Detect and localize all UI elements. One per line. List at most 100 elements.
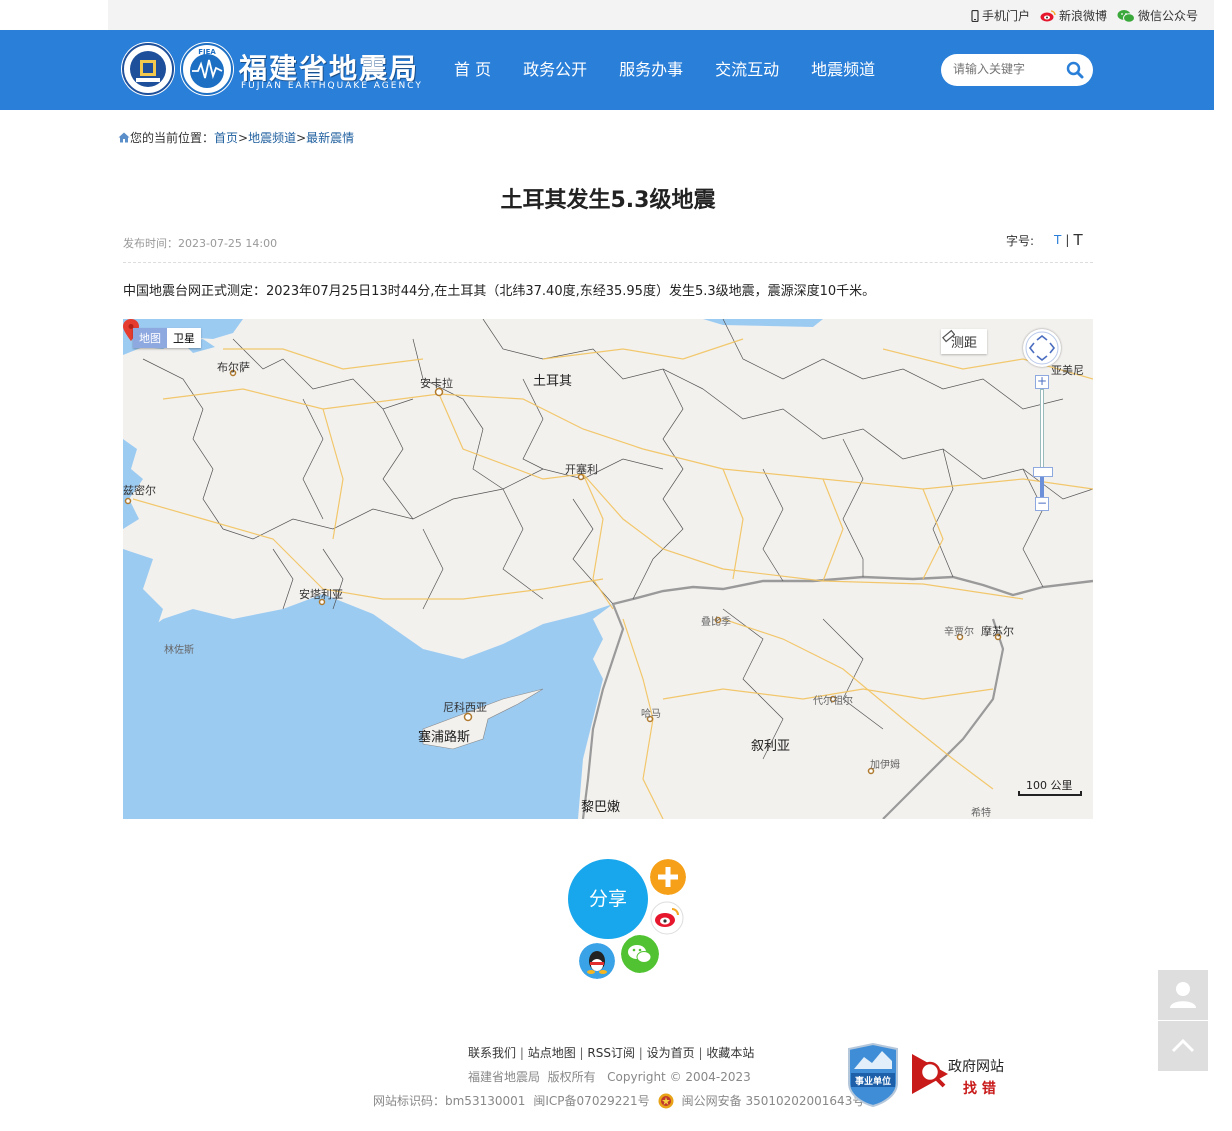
footer-rss-link[interactable]: RSS订阅 bbox=[587, 1046, 635, 1060]
map-type-satellite-button[interactable]: 卫星 bbox=[167, 328, 201, 348]
map-scale-bar bbox=[1018, 791, 1082, 796]
gov-site-label[interactable]: 政府网站 bbox=[948, 1056, 1004, 1076]
top-bar: 手机门户 新浪微博 微信公众号 bbox=[108, 0, 1214, 30]
home-icon bbox=[118, 132, 130, 143]
user-icon bbox=[1170, 982, 1196, 1008]
map-label-syria: 叙利亚 bbox=[751, 739, 791, 754]
measure-distance-button[interactable]: 测距 bbox=[941, 329, 988, 354]
map-label-turkey: 土耳其 bbox=[533, 374, 573, 389]
fjea-emblem: FJEA bbox=[180, 42, 234, 96]
map-label-hit: 希特 bbox=[971, 808, 991, 819]
font-size-large-button[interactable]: T bbox=[1073, 231, 1082, 249]
copyright-rights: 版权所有 bbox=[547, 1070, 596, 1084]
gov-site-find-error[interactable]: 找 错 bbox=[963, 1078, 996, 1098]
map-label-limassol: 林佐斯 bbox=[164, 645, 194, 656]
mobile-portal-link[interactable]: 手机门户 bbox=[971, 7, 1030, 24]
map-label-izmir: 兹密尔 bbox=[123, 484, 156, 497]
map-canvas bbox=[123, 319, 1093, 819]
nav-earthquake-channel[interactable]: 地震频道 bbox=[795, 30, 891, 110]
search-input[interactable] bbox=[951, 61, 1065, 77]
map-label-lebanon: 黎巴嫩 bbox=[581, 800, 621, 815]
map-label-mosul: 摩苏尔 bbox=[981, 625, 1014, 638]
svg-text:FJEA: FJEA bbox=[198, 48, 216, 56]
map-label-nicosia: 尼科西亚 bbox=[443, 701, 487, 714]
earthquake-map[interactable]: 布尔萨 安卡拉 土耳其 亚美尼 兹密尔 开塞利 安塔利亚 叠比季 辛贾尔 摩苏尔… bbox=[123, 319, 1093, 819]
map-label-ankara: 安卡拉 bbox=[420, 377, 453, 390]
zoom-out-button[interactable]: − bbox=[1035, 497, 1049, 511]
footer-copyright: 福建省地震局 版权所有 Copyright © 2004-2023 bbox=[468, 1068, 751, 1085]
map-label-bursa: 布尔萨 bbox=[217, 361, 250, 374]
nav-gov-affairs[interactable]: 政务公开 bbox=[507, 30, 603, 110]
publish-time: 发布时间：2023-07-25 14:00 bbox=[123, 237, 278, 250]
map-label-aleppo: 叠比季 bbox=[701, 617, 731, 628]
share-weibo-icon[interactable] bbox=[650, 901, 684, 935]
font-size-small-button[interactable]: T bbox=[1054, 233, 1061, 247]
fjea-logo-graphic: FJEA bbox=[181, 43, 233, 95]
zoom-in-button[interactable]: + bbox=[1035, 375, 1049, 389]
ruler-icon bbox=[942, 329, 955, 343]
nav-interaction[interactable]: 交流互动 bbox=[699, 30, 795, 110]
copyright-years: Copyright © 2004-2023 bbox=[607, 1070, 751, 1084]
chevron-up-icon bbox=[1171, 1038, 1195, 1053]
zoom-slider-handle[interactable] bbox=[1033, 467, 1053, 477]
wechat-label: 微信公众号 bbox=[1137, 9, 1198, 23]
font-size-label: 字号: bbox=[1006, 233, 1035, 248]
badge-text: 事业单位 bbox=[855, 1075, 891, 1087]
breadcrumb-separator: > bbox=[296, 130, 307, 145]
breadcrumb-earthquake-channel[interactable]: 地震频道 bbox=[248, 129, 296, 146]
police-badge-icon bbox=[658, 1093, 674, 1108]
nav-services[interactable]: 服务办事 bbox=[603, 30, 699, 110]
share-qq-icon[interactable] bbox=[579, 943, 615, 979]
police-record-number[interactable]: 闽公网安备 35010202001643号 bbox=[682, 1092, 865, 1109]
wechat-link[interactable]: 微信公众号 bbox=[1117, 7, 1198, 24]
title-divider bbox=[123, 262, 1093, 263]
back-to-top-button[interactable] bbox=[1158, 1021, 1208, 1071]
weibo-label: 新浪微博 bbox=[1058, 9, 1107, 23]
gov-site-error-report-icon[interactable] bbox=[910, 1052, 950, 1096]
share-more-icon[interactable] bbox=[650, 859, 686, 895]
copyright-org: 福建省地震局 bbox=[468, 1070, 541, 1084]
map-label-kayseri: 开塞利 bbox=[565, 463, 598, 476]
phone-icon bbox=[971, 9, 979, 22]
site-logo-subtitle: FUJIAN EARTHQUAKE AGENCY bbox=[241, 81, 423, 91]
public-institution-badge-icon[interactable]: 事业单位 bbox=[846, 1043, 900, 1107]
breadcrumb-latest-quakes[interactable]: 最新震情 bbox=[306, 129, 354, 146]
breadcrumb-separator: > bbox=[238, 130, 249, 145]
font-size-switcher: 字号: T | T bbox=[1006, 231, 1083, 249]
map-label-deir-ez-zor: 代尔祖尔 bbox=[813, 696, 853, 707]
search-icon[interactable] bbox=[1065, 60, 1085, 80]
map-type-road-button[interactable]: 地图 bbox=[133, 328, 167, 348]
nav-home[interactable]: 首 页 bbox=[438, 30, 507, 110]
breadcrumb-prefix: 您的当前位置： bbox=[130, 131, 215, 145]
search-box bbox=[941, 54, 1093, 86]
share-button[interactable]: 分享 bbox=[568, 859, 648, 939]
top-links: 手机门户 新浪微博 微信公众号 bbox=[971, 7, 1198, 24]
site-id: 网站标识码：bm53130001 bbox=[373, 1094, 526, 1108]
map-label-hama: 哈马 bbox=[641, 709, 661, 720]
user-center-button[interactable] bbox=[1158, 970, 1208, 1020]
icp-number[interactable]: 闽ICP备07029221号 bbox=[533, 1092, 649, 1109]
breadcrumb-home[interactable]: 首页 bbox=[214, 129, 238, 146]
map-label-sinjar: 辛贾尔 bbox=[944, 627, 974, 638]
mobile-portal-label: 手机门户 bbox=[981, 9, 1030, 23]
seismological-bureau-emblem bbox=[121, 42, 175, 96]
emblem-graphic bbox=[122, 43, 174, 95]
weibo-link[interactable]: 新浪微博 bbox=[1040, 7, 1107, 24]
breadcrumb: 您的当前位置： 首页 > 地震频道 > 最新震情 bbox=[118, 129, 354, 146]
article-title: 土耳其发生5.3级地震 bbox=[500, 188, 716, 213]
font-size-separator: | bbox=[1065, 233, 1070, 247]
footer-sitemap-link[interactable]: 站点地图 bbox=[528, 1046, 576, 1060]
footer-set-home-link[interactable]: 设为首页 bbox=[647, 1046, 695, 1060]
footer-registration: 网站标识码：bm53130001 闽ICP备07029221号 闽公网安备 35… bbox=[373, 1092, 864, 1109]
map-label-cyprus: 塞浦路斯 bbox=[418, 730, 471, 745]
pan-arrows-icon bbox=[1025, 331, 1059, 365]
article-body: 中国地震台网正式测定：2023年07月25日13时44分,在土耳其（北纬37.4… bbox=[123, 284, 876, 299]
pan-control[interactable] bbox=[1023, 329, 1061, 367]
share-wechat-icon[interactable] bbox=[621, 935, 659, 973]
map-type-switch: 地图 卫星 bbox=[133, 328, 201, 348]
footer-bookmark-link[interactable]: 收藏本站 bbox=[706, 1046, 754, 1060]
map-label-antalya: 安塔利亚 bbox=[299, 588, 343, 601]
footer-links: 联系我们 | 站点地图 | RSS订阅 | 设为首页 | 收藏本站 bbox=[468, 1046, 755, 1060]
footer-contact-link[interactable]: 联系我们 bbox=[468, 1046, 516, 1060]
weibo-icon bbox=[1040, 10, 1056, 22]
